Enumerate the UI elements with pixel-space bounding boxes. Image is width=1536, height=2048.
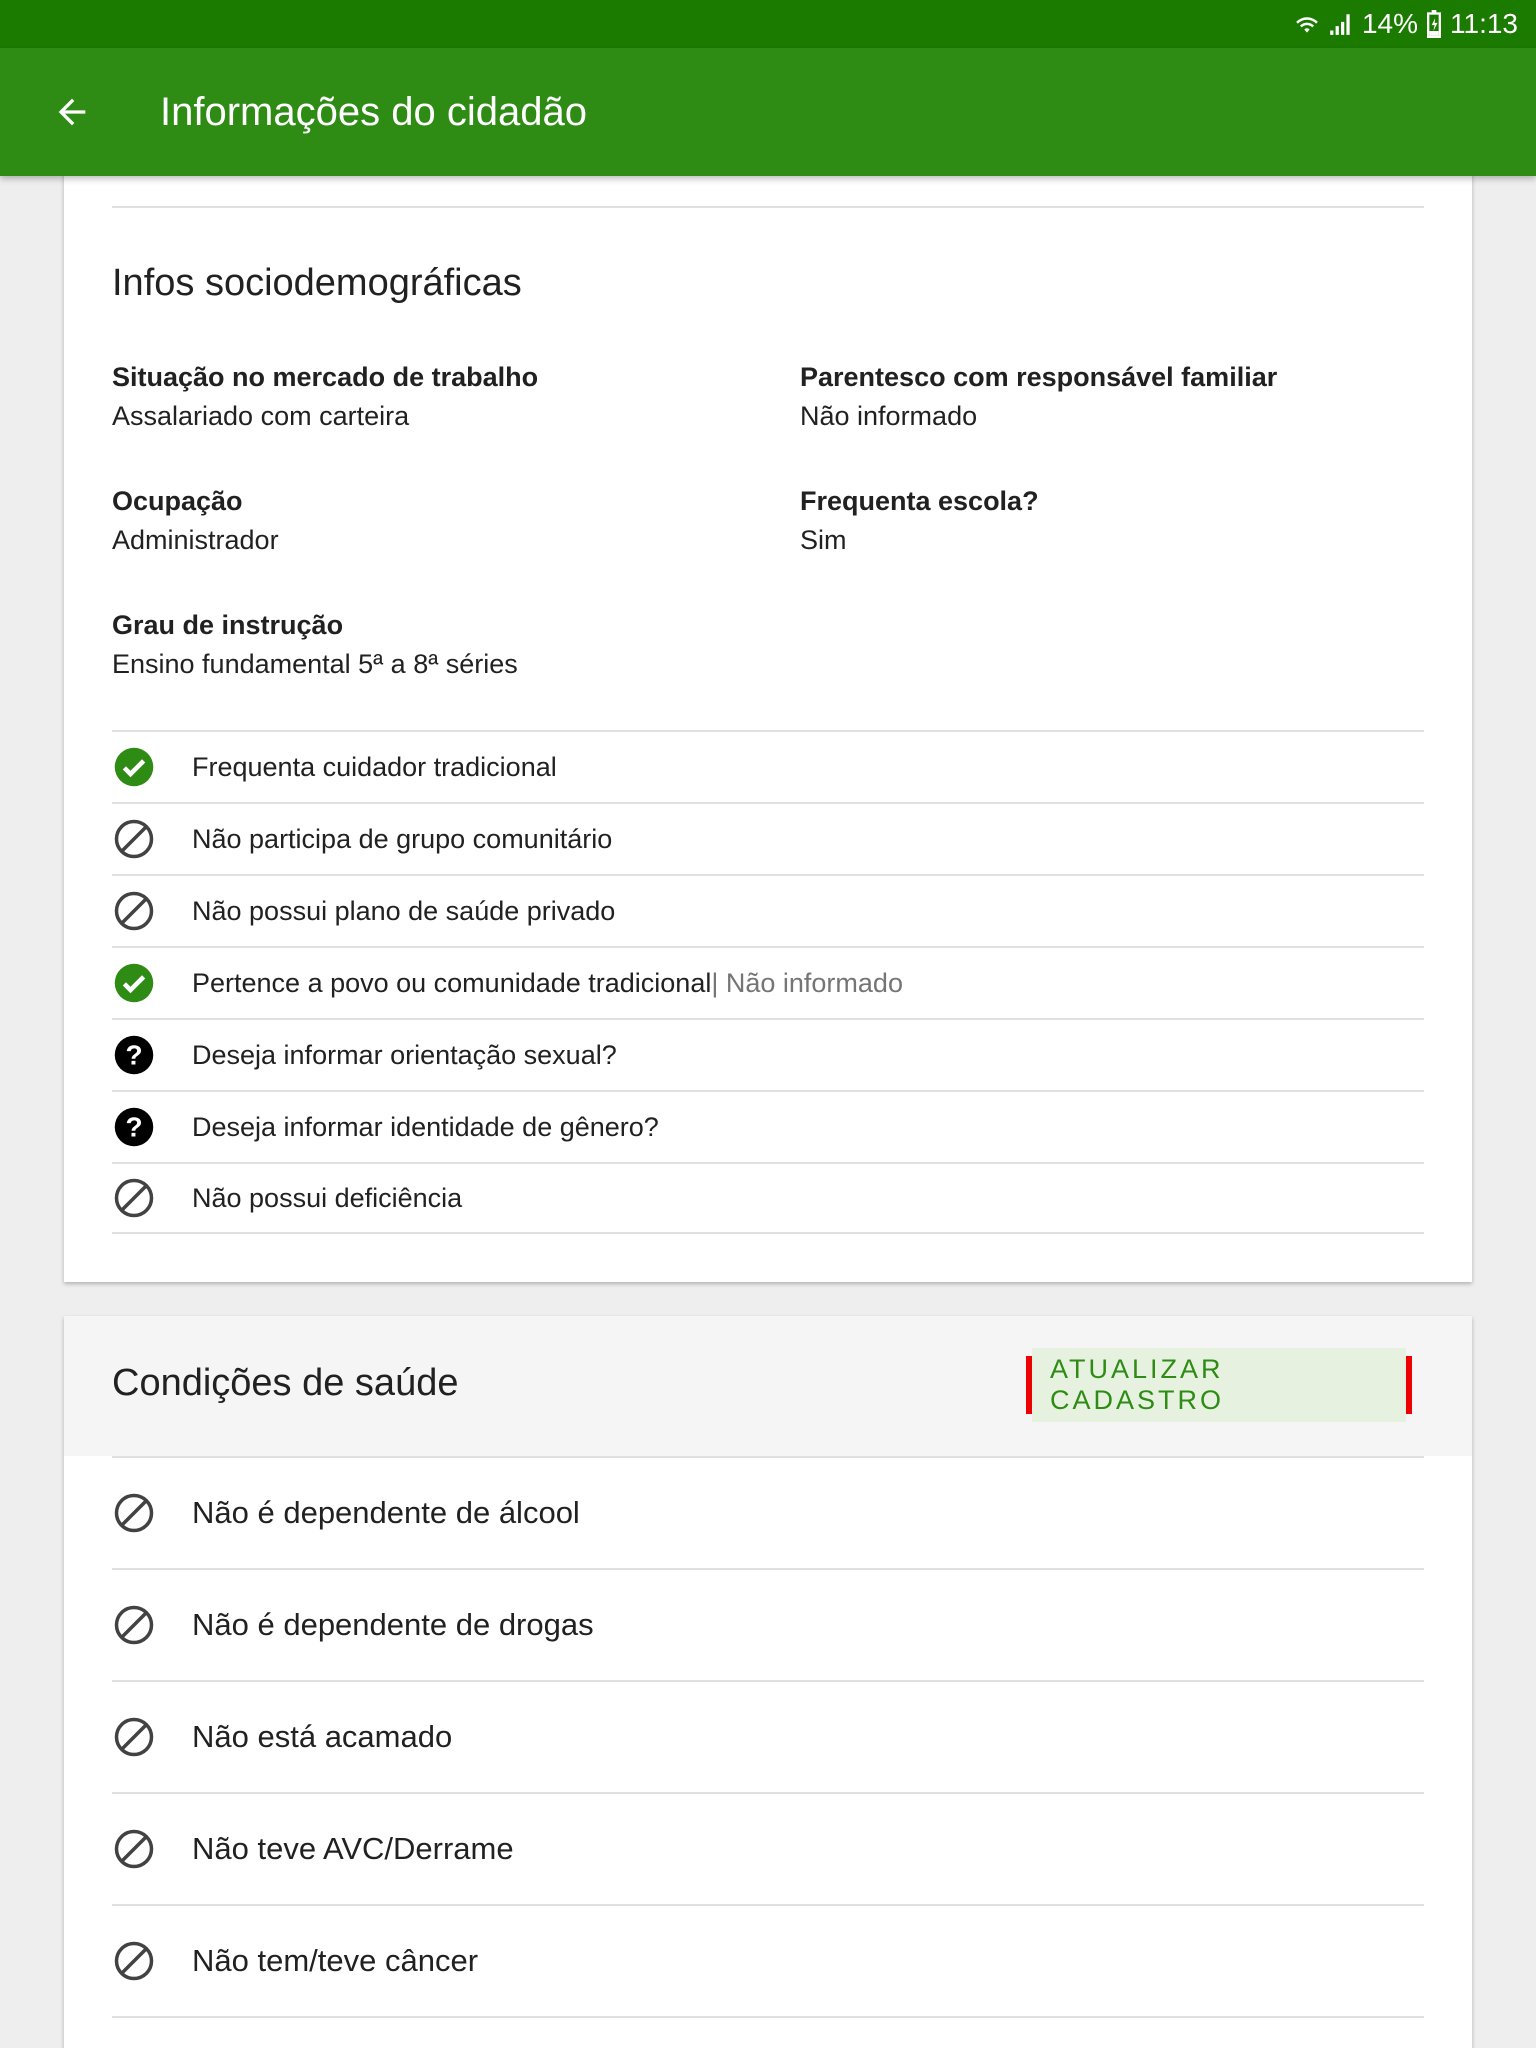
item-text: Não participa de grupo comunitário <box>192 823 613 854</box>
list-item: Não é dependente de álcool <box>112 1456 1424 1568</box>
list-item: Não participa de grupo comunitário <box>112 802 1424 874</box>
svg-text:?: ? <box>125 1112 142 1143</box>
field-label: Situação no mercado de trabalho <box>112 362 539 392</box>
item-text: Pertence a povo ou comunidade tradiciona… <box>192 967 712 998</box>
item-text: Frequenta cuidador tradicional <box>192 751 557 782</box>
block-icon <box>112 1827 156 1871</box>
block-icon <box>112 1715 156 1759</box>
app-bar: Informações do cidadão <box>0 48 1536 176</box>
list-item: ? Deseja informar identidade de gênero? <box>112 1090 1424 1162</box>
health-card: Condições de saúde ATUALIZAR CADASTRO Nã… <box>64 1316 1472 2048</box>
list-item: Não é dependente de drogas <box>112 1568 1424 1680</box>
list-item: Pertence a povo ou comunidade tradiciona… <box>112 946 1424 1018</box>
item-text: Não teve AVC/Derrame <box>192 1831 514 1866</box>
field-label: Frequenta escola? <box>800 486 1039 516</box>
block-icon <box>112 1603 156 1647</box>
battery-percent: 14% <box>1361 8 1418 39</box>
check-circle-icon <box>112 961 156 1005</box>
signal-icon <box>1328 11 1354 37</box>
status-bar: 14% 11:13 <box>0 0 1536 48</box>
divider <box>112 206 1424 208</box>
block-icon <box>112 817 156 861</box>
item-text: Não tem/teve câncer <box>192 1943 479 1978</box>
field-occupation: Ocupação Administrador <box>112 486 279 556</box>
field-school: Frequenta escola? Sim <box>800 486 1039 556</box>
item-text: Não é dependente de álcool <box>192 1495 580 1530</box>
field-kinship: Parentesco com responsável familiar Não … <box>800 362 1277 432</box>
list-item: Não está acamado <box>112 1680 1424 1792</box>
list-item: Não possui deficiência <box>112 1162 1424 1234</box>
item-text: Não possui deficiência <box>192 1182 463 1213</box>
item-text: Não possui plano de saúde privado <box>192 895 616 926</box>
health-header: Condições de saúde ATUALIZAR CADASTRO <box>64 1316 1472 1456</box>
list-item: Não teve AVC/Derrame <box>112 1792 1424 1904</box>
field-value: Assalariado com carteira <box>112 401 410 431</box>
health-list: Não é dependente de álcool Não é depende… <box>112 1456 1424 2048</box>
item-text: Deseja informar identidade de gênero? <box>192 1111 659 1142</box>
section-title: Condições de saúde <box>112 1362 459 1404</box>
battery-charging-icon <box>1426 10 1442 38</box>
field-label: Parentesco com responsável familiar <box>800 362 1278 392</box>
socio-list: Frequenta cuidador tradicional Não parti… <box>112 730 1424 1234</box>
socio-card: Infos sociodemográficas Situação no merc… <box>64 160 1472 1282</box>
field-label: Ocupação <box>112 486 243 516</box>
wifi-icon <box>1294 11 1320 37</box>
field-label: Grau de instrução <box>112 610 344 640</box>
field-value: Ensino fundamental 5ª a 8ª séries <box>112 649 518 679</box>
update-record-button[interactable]: ATUALIZAR CADASTRO <box>1026 1348 1412 1422</box>
list-item: Não tem/teve câncer <box>112 1904 1424 2016</box>
update-record-label: ATUALIZAR CADASTRO <box>1032 1348 1406 1422</box>
svg-text:?: ? <box>125 1040 142 1071</box>
field-value: Administrador <box>112 525 279 555</box>
block-icon <box>112 889 156 933</box>
block-icon <box>112 1176 156 1220</box>
arrow-back-icon <box>58 98 86 126</box>
list-item <box>112 2016 1424 2048</box>
field-employment: Situação no mercado de trabalho Assalari… <box>112 362 538 432</box>
clock: 11:13 <box>1450 8 1518 39</box>
back-button[interactable] <box>32 72 112 152</box>
list-item: Frequenta cuidador tradicional <box>112 730 1424 802</box>
field-value: Não informado <box>800 401 978 431</box>
field-education: Grau de instrução Ensino fundamental 5ª … <box>112 610 518 680</box>
page-title: Informações do cidadão <box>160 89 587 134</box>
item-extra: | Não informado <box>711 967 903 998</box>
field-value: Sim <box>800 525 847 555</box>
help-circle-icon: ? <box>112 1105 156 1149</box>
check-circle-icon <box>112 745 156 789</box>
list-item: Não possui plano de saúde privado <box>112 874 1424 946</box>
help-circle-icon: ? <box>112 1033 156 1077</box>
section-title: Infos sociodemográficas <box>112 262 522 304</box>
item-text: Não está acamado <box>192 1719 453 1754</box>
block-icon <box>112 1491 156 1535</box>
list-item: ? Deseja informar orientação sexual? <box>112 1018 1424 1090</box>
item-text: Não é dependente de drogas <box>192 1607 594 1642</box>
block-icon <box>112 1939 156 1983</box>
item-text: Deseja informar orientação sexual? <box>192 1039 617 1070</box>
